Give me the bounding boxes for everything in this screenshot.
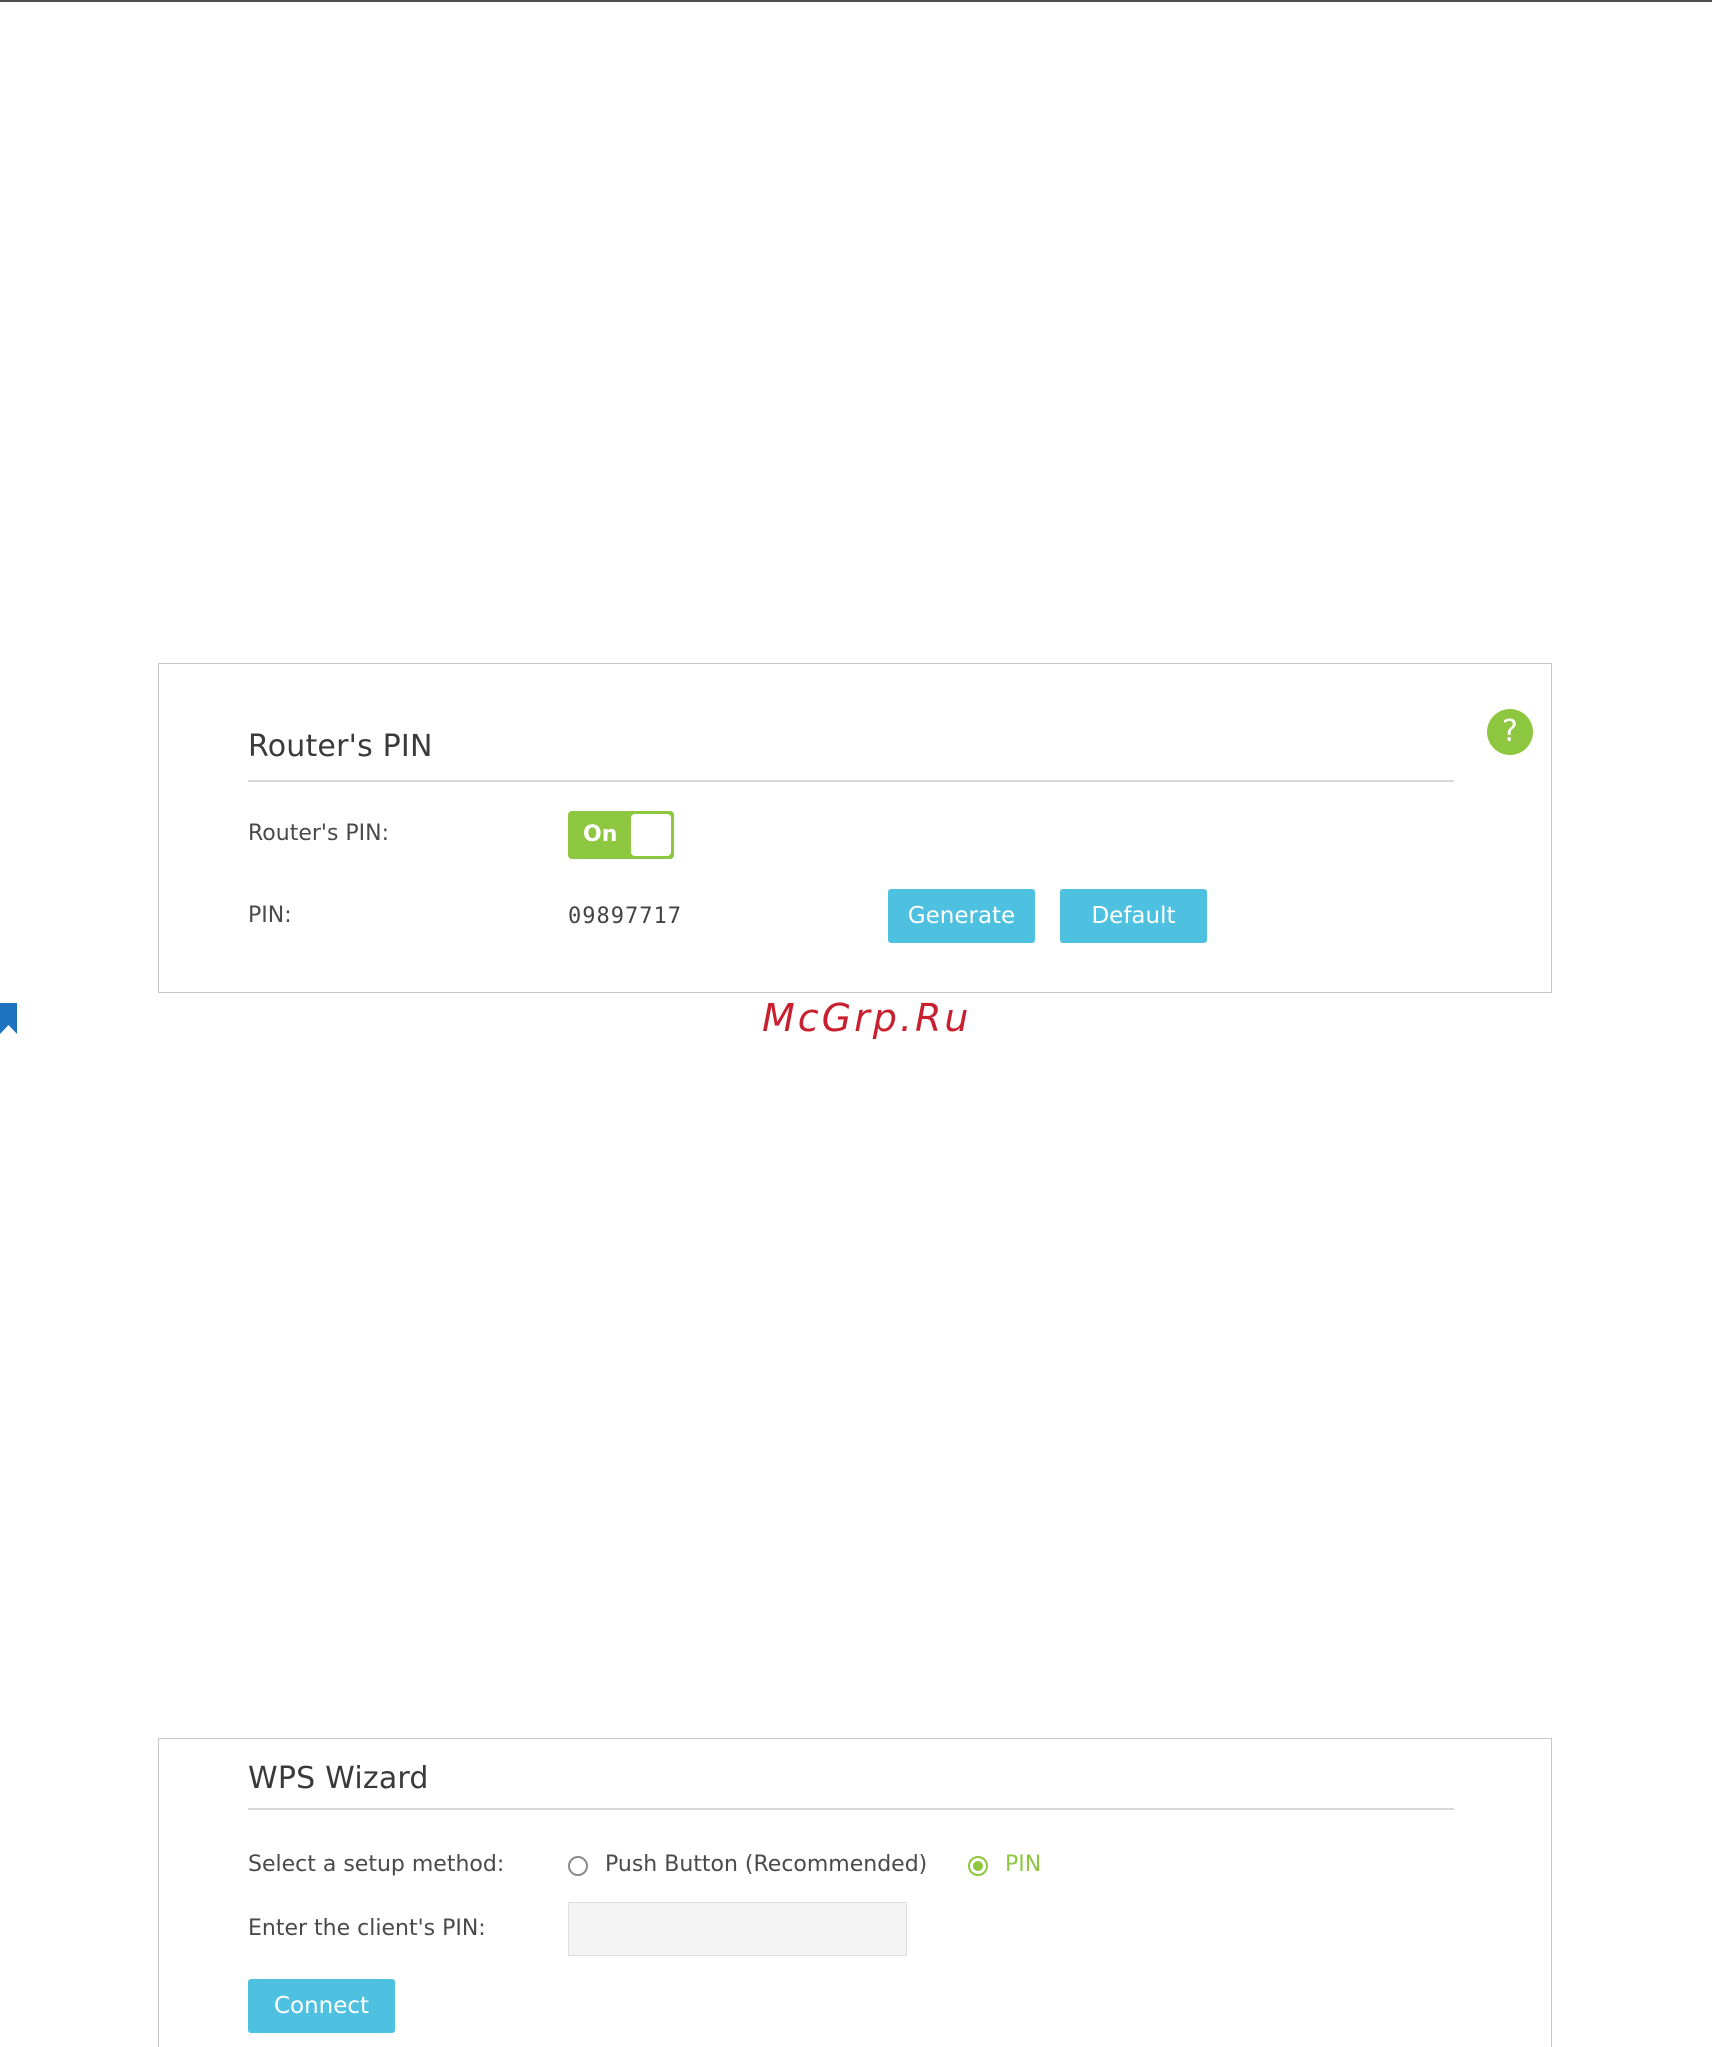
help-icon[interactable]: ? (1487, 709, 1533, 755)
top-rule (0, 0, 1712, 2)
radio-selected-dot (973, 1861, 983, 1871)
pin-option-label[interactable]: PIN (1005, 1852, 1041, 1877)
section-divider (248, 1808, 1454, 1810)
pin-label: PIN: (248, 903, 292, 928)
section-divider (248, 780, 1454, 782)
client-pin-input[interactable] (568, 1902, 907, 1956)
routers-pin-label: Router's PIN: (248, 821, 390, 846)
bookmark-icon (0, 1003, 17, 1034)
routers-pin-panel: Router's PIN ? Router's PIN: On PIN: 098… (158, 663, 1552, 993)
pin-value: 09897717 (568, 904, 682, 929)
wps-wizard-title: WPS Wizard (248, 1761, 429, 1796)
default-button[interactable]: Default (1060, 889, 1207, 943)
setup-method-label: Select a setup method: (248, 1852, 505, 1877)
push-button-option-label[interactable]: Push Button (Recommended) (605, 1852, 927, 1877)
toggle-state-label: On (583, 822, 618, 847)
wps-wizard-panel: WPS Wizard Select a setup method: Push B… (158, 1738, 1552, 2047)
toggle-knob (631, 814, 671, 856)
watermark-text: McGrp.Ru (762, 996, 972, 1040)
pin-radio[interactable] (968, 1856, 988, 1876)
push-button-radio[interactable] (568, 1856, 588, 1876)
connect-button[interactable]: Connect (248, 1979, 395, 2033)
client-pin-label: Enter the client's PIN: (248, 1916, 486, 1941)
routers-pin-title: Router's PIN (248, 729, 433, 764)
routers-pin-toggle[interactable]: On (568, 811, 674, 859)
generate-button[interactable]: Generate (888, 889, 1035, 943)
